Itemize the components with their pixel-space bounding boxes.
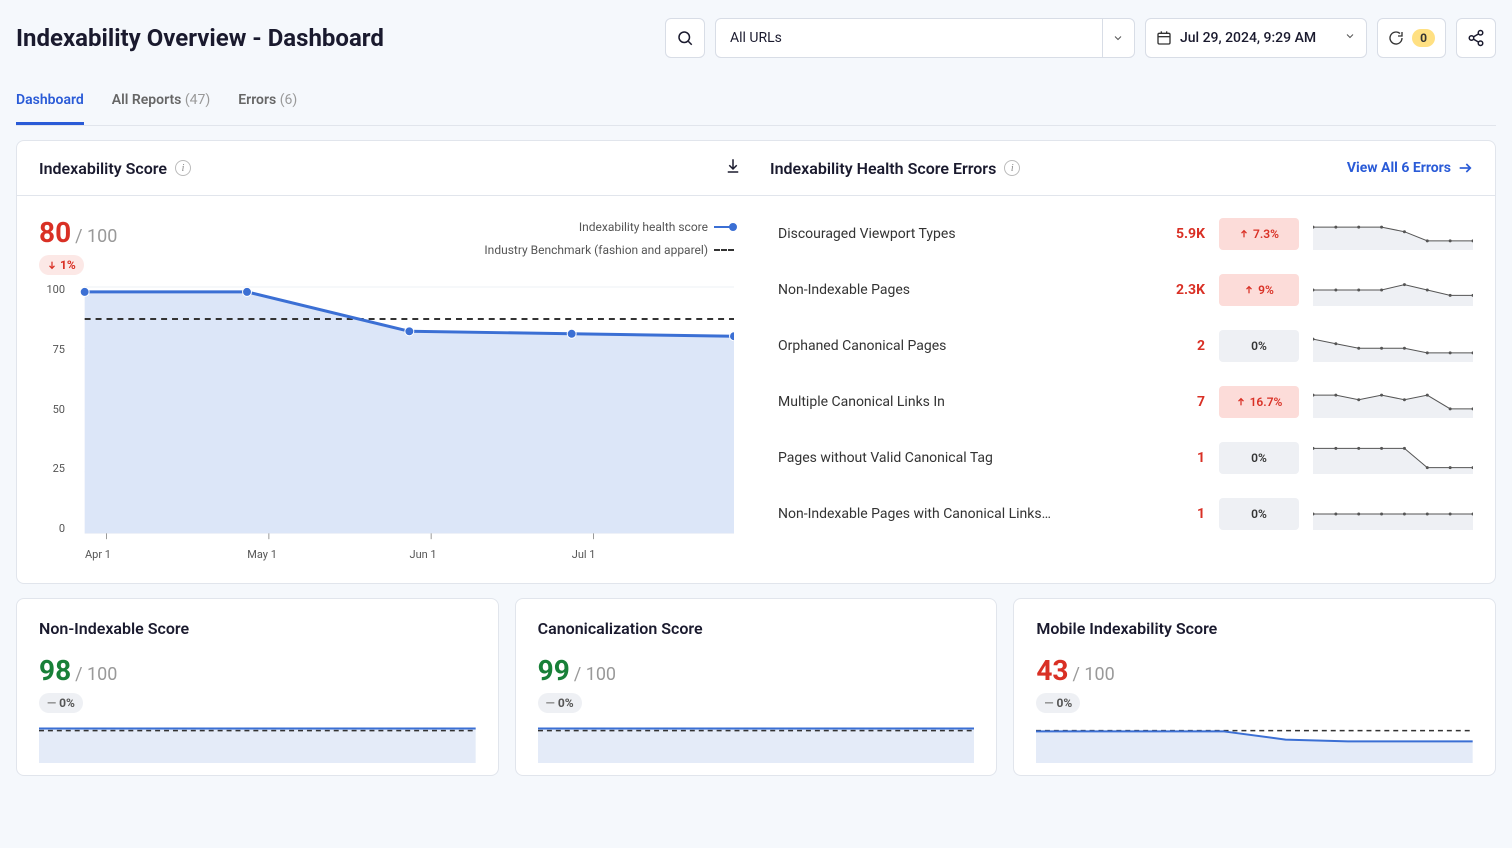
- url-filter-select[interactable]: All URLs: [715, 18, 1135, 58]
- chevron-down-icon: [1344, 30, 1356, 46]
- error-row[interactable]: Pages without Valid Canonical Tag10%: [778, 430, 1473, 486]
- refresh-button[interactable]: 0: [1377, 18, 1446, 58]
- chevron-down-icon: [1102, 19, 1134, 57]
- page-title: Indexability Overview - Dashboard: [16, 24, 655, 52]
- search-icon: [676, 29, 694, 47]
- error-row[interactable]: Non-Indexable Pages with Canonical Links…: [778, 486, 1473, 542]
- download-button[interactable]: [724, 157, 742, 179]
- tab-dashboard[interactable]: Dashboard: [16, 78, 84, 125]
- url-filter-label: All URLs: [716, 19, 1102, 57]
- view-all-errors-link[interactable]: View All 6 Errors: [1347, 160, 1473, 176]
- refresh-badge: 0: [1412, 29, 1435, 47]
- indexability-score-max: / 100: [75, 226, 117, 247]
- score-change-pill: 1%: [39, 255, 84, 275]
- share-button[interactable]: [1456, 18, 1496, 58]
- tabs: Dashboard All Reports (47) Errors (6): [16, 78, 1496, 126]
- error-row[interactable]: Discouraged Viewport Types5.9K7.3%: [778, 206, 1473, 262]
- indexability-score-title: Indexability Score: [39, 159, 167, 178]
- arrow-down-icon: [47, 260, 57, 270]
- refresh-icon: [1388, 30, 1404, 46]
- info-icon[interactable]: i: [175, 160, 191, 176]
- indexability-score-value: 80: [39, 216, 71, 249]
- tab-errors[interactable]: Errors (6): [238, 78, 297, 125]
- error-row[interactable]: Orphaned Canonical Pages20%: [778, 318, 1473, 374]
- error-row[interactable]: Multiple Canonical Links In716.7%: [778, 374, 1473, 430]
- info-icon[interactable]: i: [1004, 160, 1020, 176]
- arrow-right-icon: [1457, 160, 1473, 176]
- indexability-score-chart: 1007550250 Apr 1May 1Jun 1Jul 1: [39, 283, 734, 563]
- calendar-icon: [1156, 30, 1172, 46]
- error-row[interactable]: Non-Indexable Pages2.3K9%: [778, 262, 1473, 318]
- date-label: Jul 29, 2024, 9:29 AM: [1180, 30, 1316, 46]
- mini-card[interactable]: Non-Indexable Score98 / 100— 0%: [16, 598, 499, 776]
- search-button[interactable]: [665, 18, 705, 58]
- mini-card[interactable]: Mobile Indexability Score43 / 100— 0%: [1013, 598, 1496, 776]
- errors-card-title: Indexability Health Score Errors: [770, 159, 996, 178]
- chart-legend: Indexability health score Industry Bench…: [484, 216, 734, 262]
- share-icon: [1467, 29, 1485, 47]
- tab-all-reports[interactable]: All Reports (47): [112, 78, 211, 125]
- mini-card[interactable]: Canonicalization Score99 / 100— 0%: [515, 598, 998, 776]
- date-picker[interactable]: Jul 29, 2024, 9:29 AM: [1145, 18, 1367, 58]
